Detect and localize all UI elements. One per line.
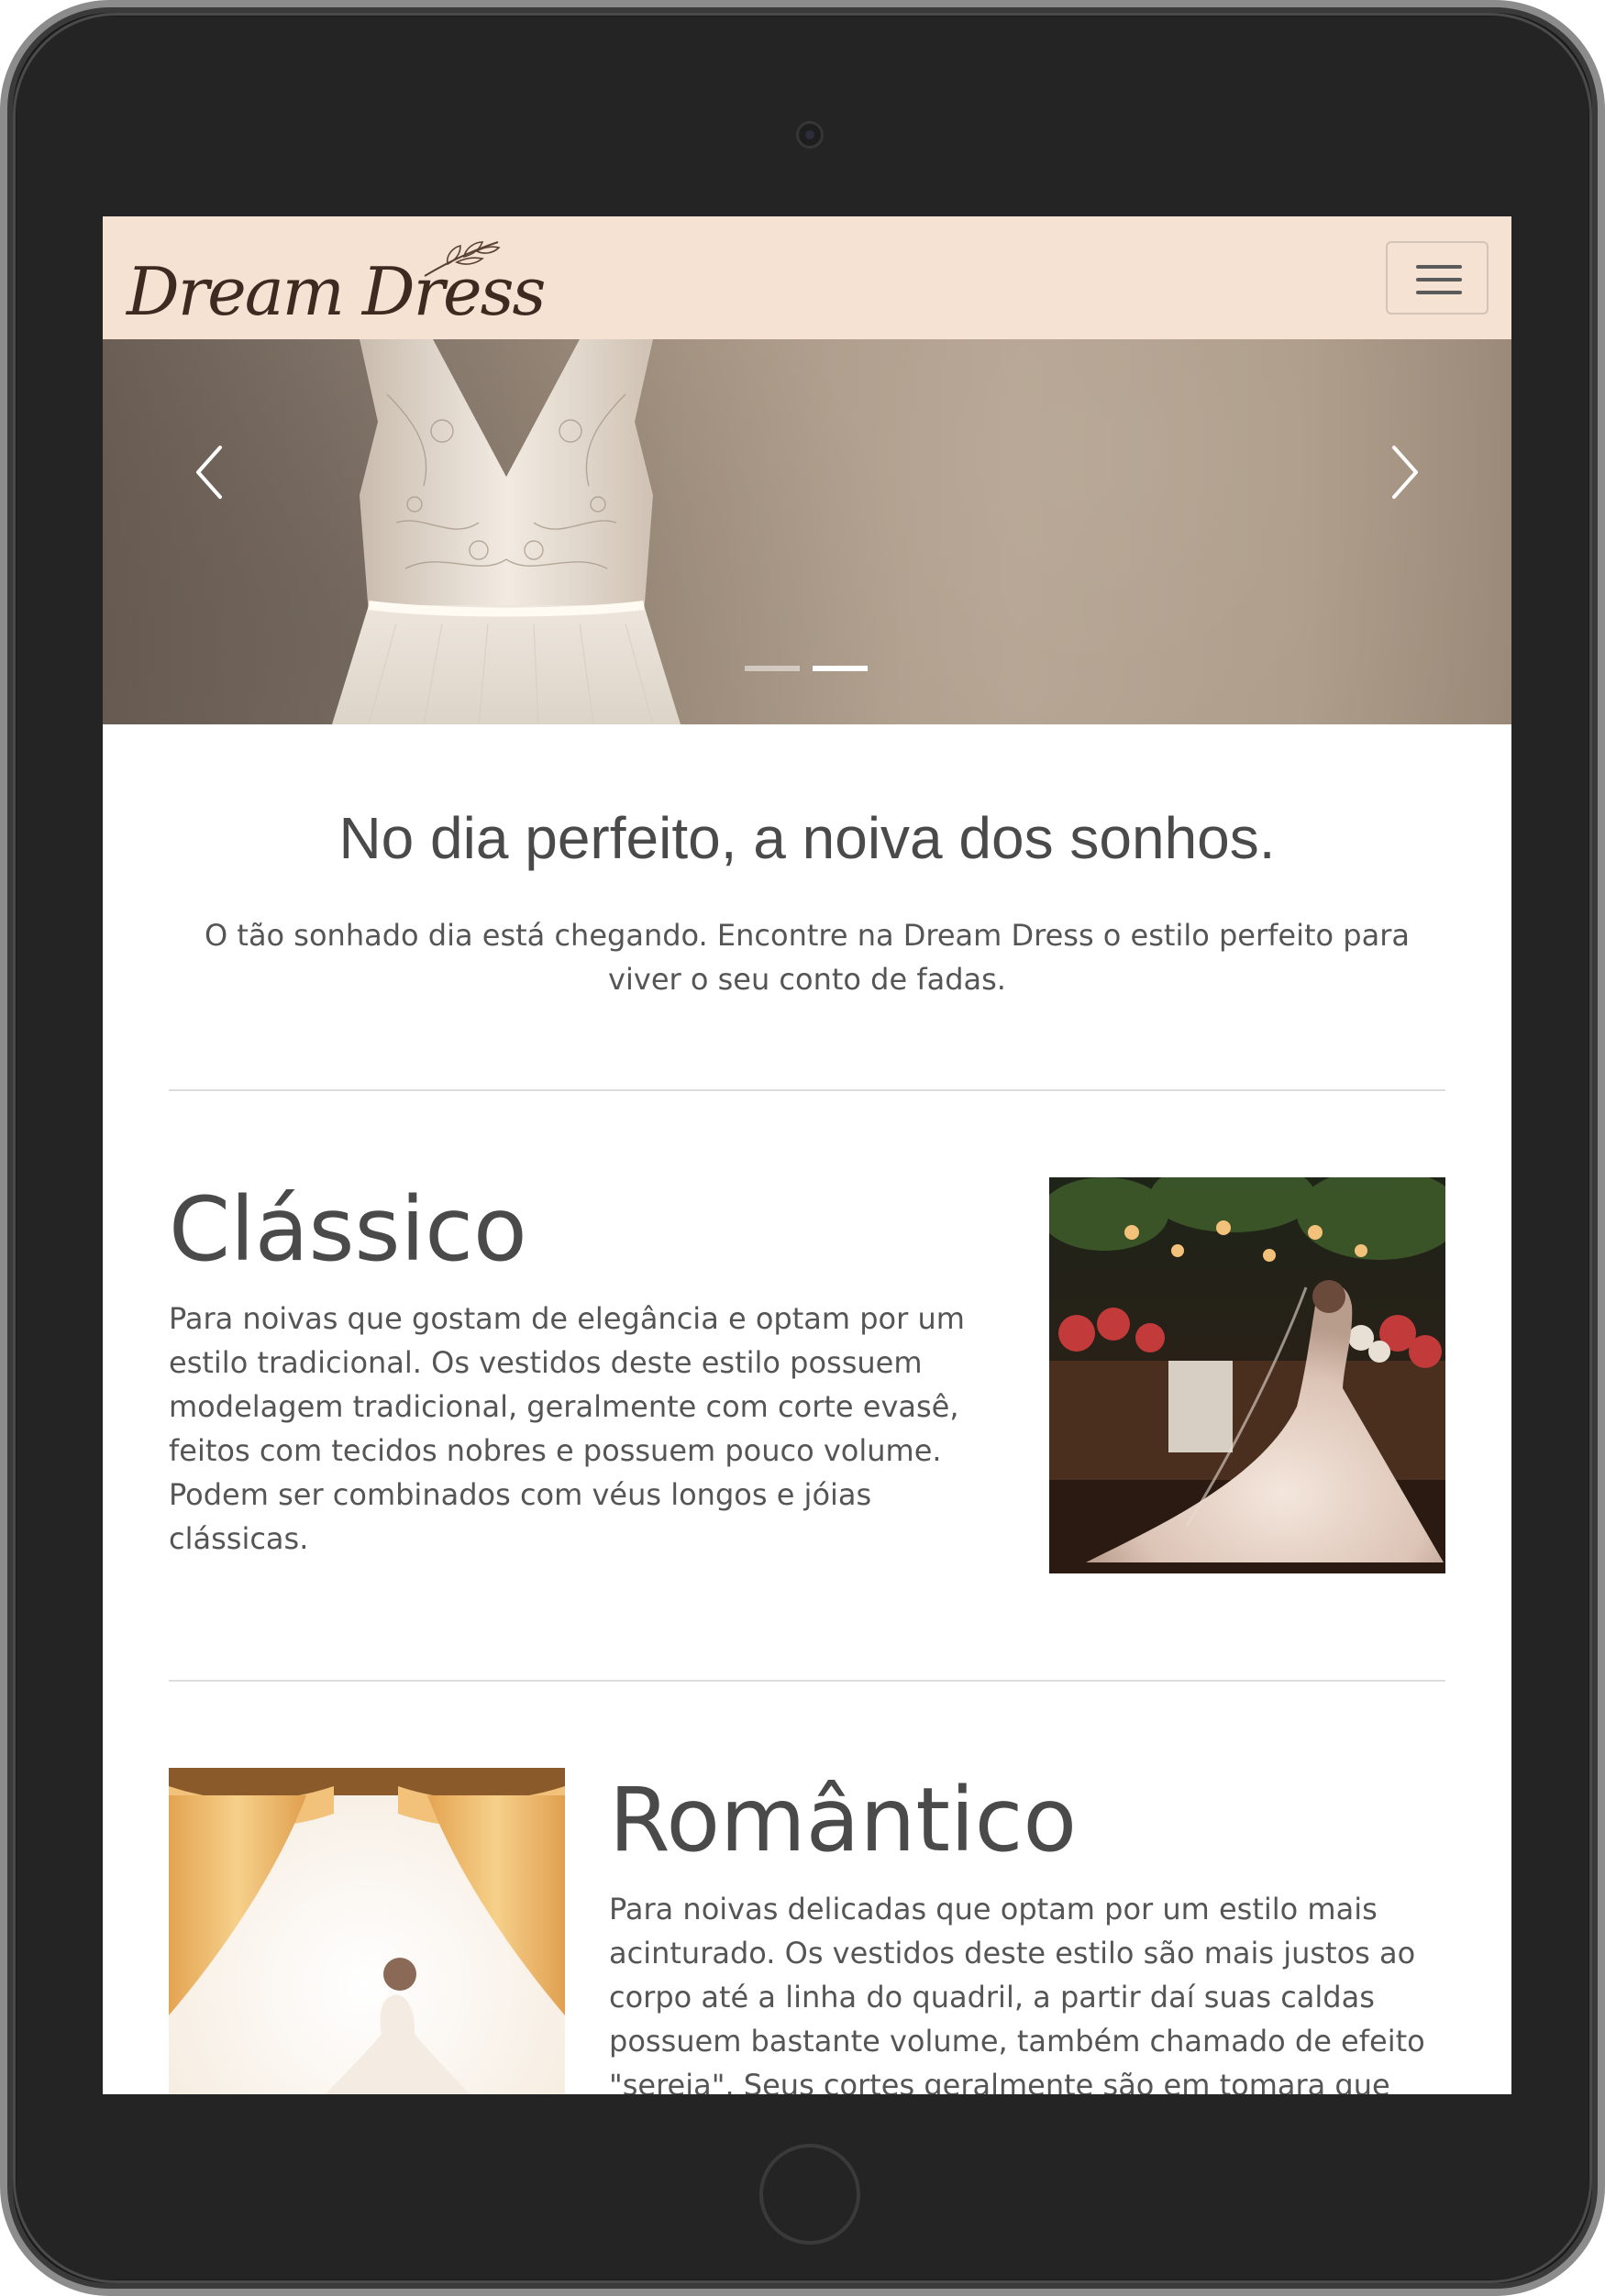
brand-logo[interactable]: Dream Dress [127, 235, 546, 328]
classico-bride-image [1049, 1177, 1445, 1573]
home-button[interactable] [759, 2144, 860, 2245]
divider [169, 1089, 1445, 1091]
tablet-frame: Dream Dress No dia perfeito, a noiva dos… [0, 0, 1605, 2296]
wedding-dress-image [332, 339, 681, 724]
menu-toggle-button[interactable] [1386, 241, 1489, 315]
hero-carousel [103, 339, 1511, 724]
chevron-left-icon [196, 446, 222, 499]
romantico-bride-image [169, 1768, 565, 2094]
divider [169, 1680, 1445, 1682]
hamburger-menu-icon [1416, 278, 1462, 281]
carousel-indicator-2[interactable] [813, 666, 868, 671]
leaf-icon [424, 241, 501, 277]
hamburger-menu-icon [1416, 291, 1462, 294]
section-text-romantico: Para noivas delicadas que optam por um e… [609, 1892, 1425, 2094]
carousel-indicators [745, 666, 873, 675]
navbar: Dream Dress [103, 216, 1511, 339]
carousel-indicator-1[interactable] [745, 666, 800, 671]
section-title-classico: Clássico [169, 1178, 527, 1281]
hamburger-menu-icon [1416, 265, 1462, 269]
chevron-right-icon [1392, 446, 1418, 499]
carousel-prev-button[interactable] [182, 431, 237, 513]
intro-text: O tão sonhado dia está chegando. Encontr… [205, 918, 1410, 997]
camera-icon [796, 121, 824, 149]
screen: Dream Dress No dia perfeito, a noiva dos… [103, 216, 1511, 2094]
section-text-classico: Para noivas que gostam de elegância e op… [169, 1301, 965, 1556]
section-title-romantico: Romântico [609, 1769, 1078, 1871]
intro-title: No dia perfeito, a noiva dos sonhos. [338, 805, 1276, 871]
carousel-next-button[interactable] [1378, 431, 1433, 513]
